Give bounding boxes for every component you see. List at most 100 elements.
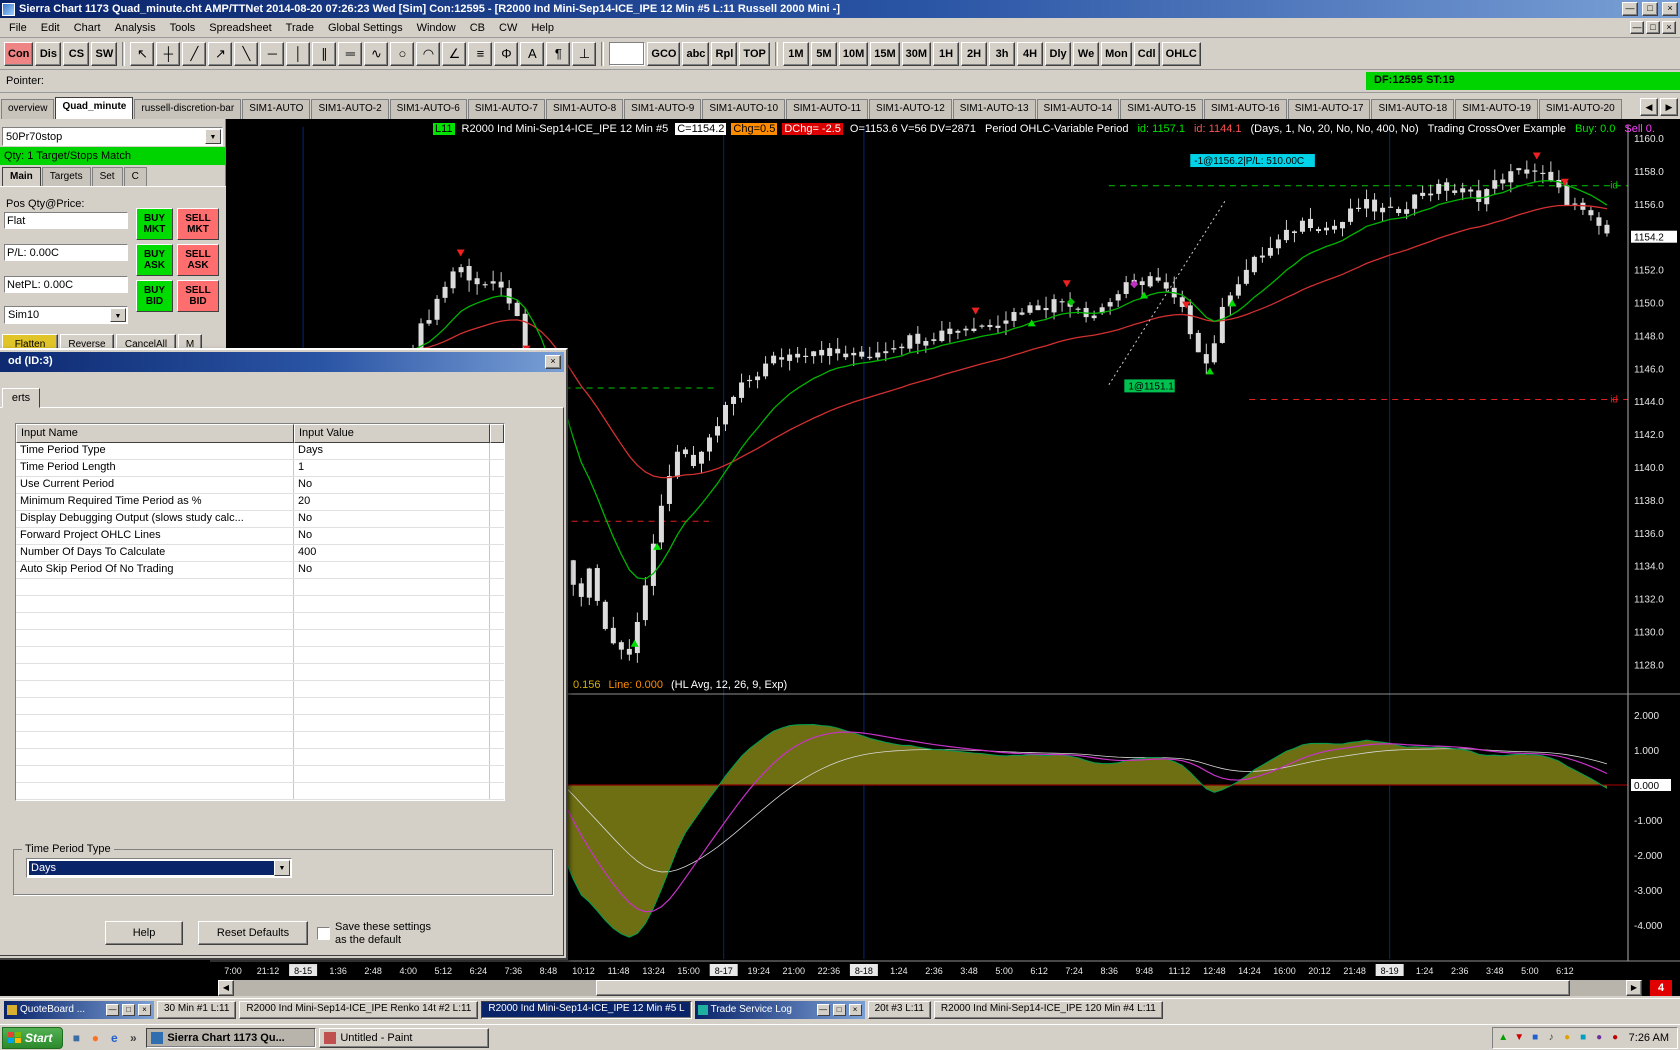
tray-volume-icon[interactable]: ♪ <box>1545 1031 1558 1044</box>
chevron-down-icon[interactable]: ▼ <box>274 860 290 876</box>
mdi-chip-r2000-ind-mini-sep14-i[interactable]: R2000 Ind Mini-Sep14-ICE_IPE Renko 14t #… <box>239 1000 479 1019</box>
tray-chart-icon[interactable]: ■ <box>1529 1031 1542 1044</box>
tab-sim1-auto-6[interactable]: SIM1-AUTO-6 <box>389 99 467 119</box>
scroll-right-icon[interactable]: ▶ <box>1626 980 1642 996</box>
trade-service-log-window-minimize-icon[interactable]: — <box>816 1003 830 1016</box>
tab-quad-minute[interactable]: Quad_minute <box>55 97 134 119</box>
anchor-tool-button[interactable]: ⊥ <box>572 41 597 66</box>
menu-spreadsheet[interactable]: Spreadsheet <box>202 19 278 37</box>
quoteboard-window-restore-icon[interactable]: □ <box>122 1003 135 1016</box>
quoteboard-window[interactable]: QuoteBoard ... — □ × <box>4 1000 154 1019</box>
tab-sim1-auto-20[interactable]: SIM1-AUTO-20 <box>1538 99 1622 119</box>
tab-sim1-auto-7[interactable]: SIM1-AUTO-7 <box>467 99 545 119</box>
sw-button[interactable]: SW <box>91 41 118 66</box>
extending-line-tool-button[interactable]: ╲ <box>234 41 259 66</box>
dialog-input-row[interactable]: Time Period Type Days <box>16 443 504 460</box>
scroll-left-icon[interactable]: ◀ <box>218 980 234 996</box>
timeframe-cdl-button[interactable]: Cdl <box>1133 41 1160 66</box>
tab-overview[interactable]: overview <box>1 99 55 119</box>
mdi-chip-30-min-1-l-11[interactable]: 30 Min #1 L:11 <box>157 1000 237 1019</box>
tab-sim1-auto-2[interactable]: SIM1-AUTO-2 <box>311 99 389 119</box>
gco-button[interactable]: GCO <box>647 41 681 66</box>
position-field[interactable] <box>4 212 128 229</box>
tab-sim1-auto-10[interactable]: SIM1-AUTO-10 <box>702 99 786 119</box>
timeframe-15m-button[interactable]: 15M <box>870 41 900 66</box>
account-combo[interactable]: Sim10 ▼ <box>4 306 128 324</box>
tray-antivirus-icon[interactable]: ● <box>1609 1031 1622 1044</box>
timeframe-4h-button[interactable]: 4H <box>1017 41 1044 66</box>
marker-tool-button[interactable]: ¶ <box>546 41 571 66</box>
sell-ask-button[interactable]: SELL ASK <box>177 244 219 276</box>
timeframe-mon-button[interactable]: Mon <box>1101 41 1132 66</box>
help-button[interactable]: Help <box>105 921 183 945</box>
quoteboard-window-minimize-icon[interactable]: — <box>106 1003 119 1016</box>
quick-launch-ie-icon[interactable]: e <box>105 1029 123 1047</box>
dialog-input-row[interactable]: Auto Skip Period Of No Trading No <box>16 562 504 579</box>
scrollbar-thumb[interactable] <box>595 980 1571 996</box>
buy-bid-button[interactable]: BUY BID <box>136 280 173 312</box>
tab-sim1-auto[interactable]: SIM1-AUTO <box>242 99 311 119</box>
tab-scroll-left-icon[interactable]: ◀ <box>1640 98 1658 116</box>
buy-mkt-button[interactable]: BUY MKT <box>136 208 173 240</box>
task-sierra-chart-1173-qu[interactable]: Sierra Chart 1173 Qu... <box>146 1027 317 1048</box>
ellipse-tool-button[interactable]: ○ <box>390 41 415 66</box>
crosshair-tool-button[interactable]: ┼ <box>156 41 181 66</box>
cs-button[interactable]: CS <box>63 41 90 66</box>
abc-button[interactable]: abc <box>682 41 710 66</box>
pl-field[interactable] <box>4 244 128 261</box>
task-untitled-paint[interactable]: Untitled - Paint <box>319 1027 490 1048</box>
menu-chart[interactable]: Chart <box>67 19 108 37</box>
timeframe-dly-button[interactable]: Dly <box>1045 41 1072 66</box>
arc-tool-button[interactable]: ◠ <box>416 41 441 66</box>
tray-connection-up-icon[interactable]: ▲ <box>1497 1031 1510 1044</box>
menu-analysis[interactable]: Analysis <box>108 19 163 37</box>
dialog-tab-alerts[interactable]: erts <box>2 388 40 408</box>
tray-shield-icon[interactable]: ● <box>1561 1031 1574 1044</box>
tab-sim1-auto-18[interactable]: SIM1-AUTO-18 <box>1371 99 1455 119</box>
time-period-type-combo[interactable]: Days ▼ <box>26 858 292 878</box>
menu-trade[interactable]: Trade <box>279 19 321 37</box>
scrollbar-track[interactable] <box>234 980 1626 996</box>
pointer-tool-button[interactable]: ↖ <box>130 41 155 66</box>
timeframe-10m-button[interactable]: 10M <box>838 41 869 66</box>
chevron-down-icon[interactable]: ▼ <box>205 129 221 144</box>
dis-button[interactable]: Dis <box>35 41 62 66</box>
dialog-input-row[interactable]: Use Current Period No <box>16 477 504 494</box>
tab-scroll-right-icon[interactable]: ▶ <box>1660 98 1678 116</box>
timeframe-2h-button[interactable]: 2H <box>961 41 988 66</box>
mdi-chip-r2000-ind-mini-sep14-i[interactable]: R2000 Ind Mini-Sep14-ICE_IPE 12 Min #5 L <box>481 1000 692 1019</box>
maximize-icon[interactable]: □ <box>1642 2 1658 16</box>
angle-tool-button[interactable]: ∠ <box>442 41 467 66</box>
trade-tab-c[interactable]: C <box>123 167 147 186</box>
menu-window[interactable]: Window <box>410 19 463 37</box>
tab-sim1-auto-9[interactable]: SIM1-AUTO-9 <box>624 99 702 119</box>
tab-sim1-auto-17[interactable]: SIM1-AUTO-17 <box>1287 99 1371 119</box>
menu-global-settings[interactable]: Global Settings <box>321 19 410 37</box>
dialog-input-row[interactable]: Display Debugging Output (slows study ca… <box>16 511 504 528</box>
timeframe-5m-button[interactable]: 5M <box>810 41 837 66</box>
trendline-tool-button[interactable]: ╱ <box>182 41 207 66</box>
trade-tab-main[interactable]: Main <box>2 167 41 186</box>
tray-update-icon[interactable]: ● <box>1593 1031 1606 1044</box>
tab-sim1-auto-14[interactable]: SIM1-AUTO-14 <box>1036 99 1120 119</box>
quick-launch-overflow-chevron[interactable]: » <box>124 1029 142 1047</box>
tab-sim1-auto-11[interactable]: SIM1-AUTO-11 <box>786 99 869 119</box>
tab-sim1-auto-12[interactable]: SIM1-AUTO-12 <box>869 99 952 119</box>
input-name-header[interactable]: Input Name <box>16 424 294 443</box>
ray-tool-button[interactable]: ↗ <box>208 41 233 66</box>
title-bar[interactable]: Sierra Chart 1173 Quad_minute.cht AMP/TT… <box>0 0 1680 18</box>
mdi-chip-20t-3-l-11[interactable]: 20t #3 L:11 <box>867 1000 931 1019</box>
trade-service-log-window-restore-icon[interactable]: □ <box>832 1003 846 1016</box>
fib-fan-tool-button[interactable]: Φ <box>494 41 519 66</box>
vertical-line-tool-button[interactable]: │ <box>286 41 311 66</box>
dialog-input-row[interactable]: Minimum Required Time Period as % 20 <box>16 494 504 511</box>
tray-network-icon[interactable]: ■ <box>1577 1031 1590 1044</box>
trade-service-log-window[interactable]: Trade Service Log — □ × <box>694 1000 865 1019</box>
menu-help[interactable]: Help <box>524 19 561 37</box>
menu-tools[interactable]: Tools <box>163 19 203 37</box>
menu-file[interactable]: File <box>2 19 34 37</box>
tray-connection-down-icon[interactable]: ▼ <box>1513 1031 1526 1044</box>
tab-russell-discretion-bar[interactable]: russell-discretion-bar <box>134 99 242 119</box>
tab-sim1-auto-8[interactable]: SIM1-AUTO-8 <box>545 99 624 119</box>
parallel-lines-tool-button[interactable]: ∥ <box>312 41 337 66</box>
